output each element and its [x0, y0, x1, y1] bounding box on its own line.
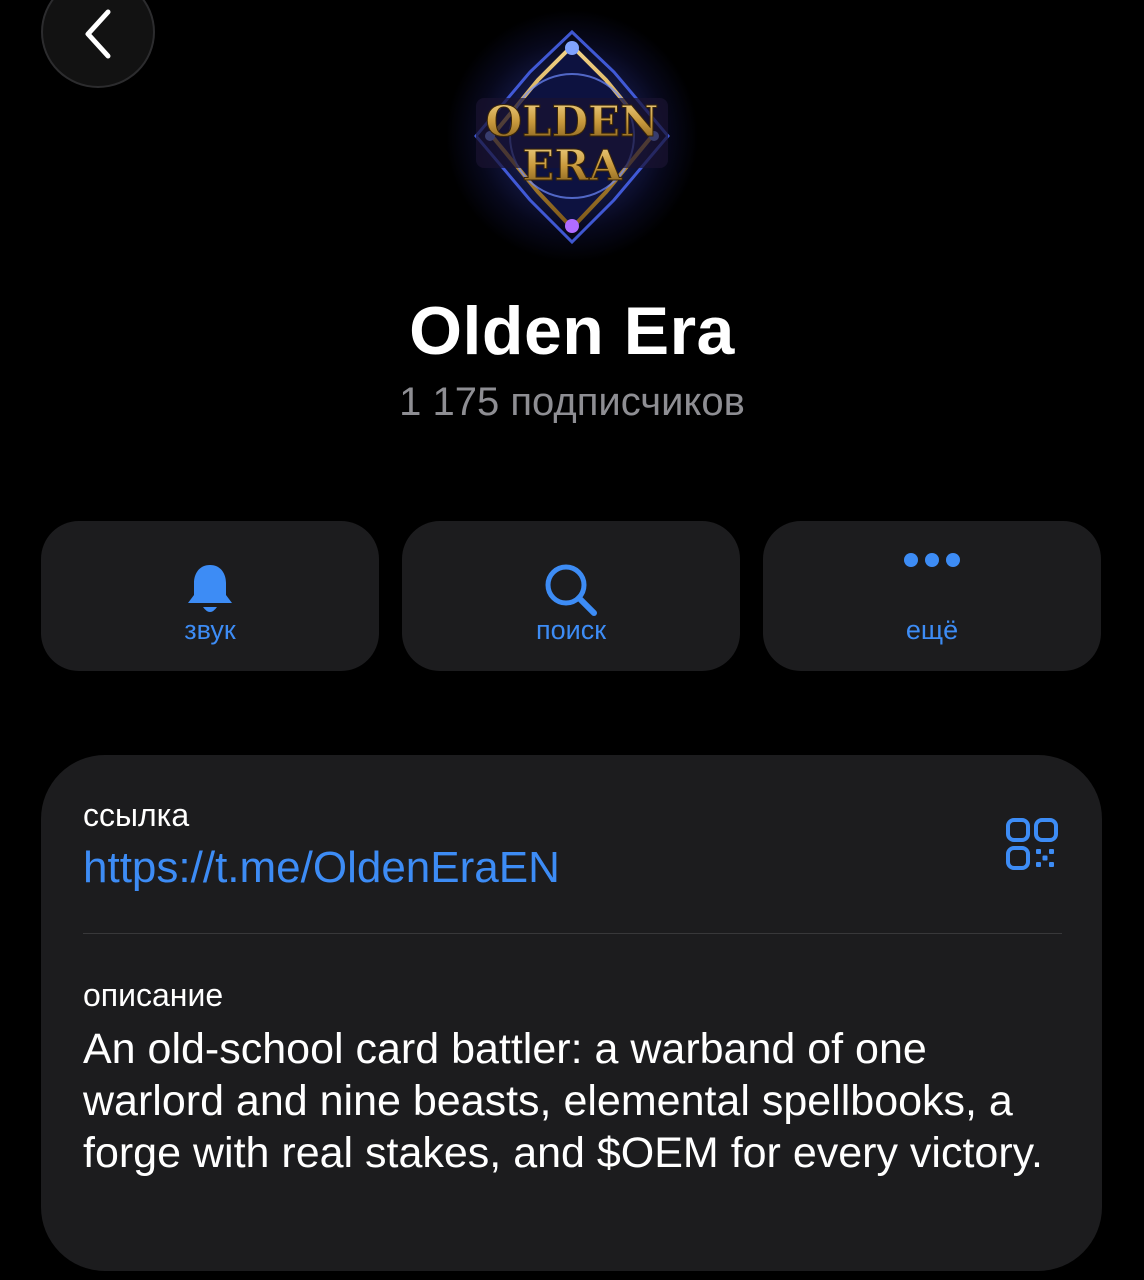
- channel-title: Olden Era: [409, 293, 735, 369]
- channel-profile-page: OLDEN ERA Olden Era 1 175 подписчиков зв…: [0, 0, 1144, 1280]
- bell-icon: [188, 565, 232, 612]
- qr-code-button[interactable]: [1005, 817, 1061, 873]
- sound-button[interactable]: звук: [41, 521, 379, 671]
- channel-description: An old-school card battler: a warband of…: [83, 1025, 1043, 1177]
- olden-era-logo: OLDEN ERA: [446, 10, 698, 262]
- sound-button-label: звук: [184, 615, 236, 645]
- more-dots-icon: [904, 553, 960, 567]
- description-label: описание: [83, 977, 224, 1013]
- more-button[interactable]: ещё: [763, 521, 1101, 671]
- channel-avatar[interactable]: OLDEN ERA: [446, 10, 698, 262]
- subscriber-count: 1 175 подписчиков: [399, 380, 745, 424]
- svg-text:OLDEN: OLDEN: [486, 97, 659, 146]
- qr-code-icon: [1006, 818, 1058, 870]
- link-label: ссылка: [83, 797, 190, 833]
- channel-info-card: ссылка https://t.me/OldenEraEN описание …: [41, 755, 1102, 1271]
- back-button[interactable]: [41, 0, 155, 88]
- svg-text:ERA: ERA: [522, 141, 623, 190]
- chevron-left-icon: [85, 9, 111, 59]
- search-button-label: поиск: [535, 615, 607, 645]
- search-icon: [545, 564, 597, 616]
- more-button-label: ещё: [905, 615, 959, 645]
- divider: [83, 933, 1062, 934]
- channel-link[interactable]: https://t.me/OldenEraEN: [83, 843, 560, 893]
- search-button[interactable]: поиск: [402, 521, 740, 671]
